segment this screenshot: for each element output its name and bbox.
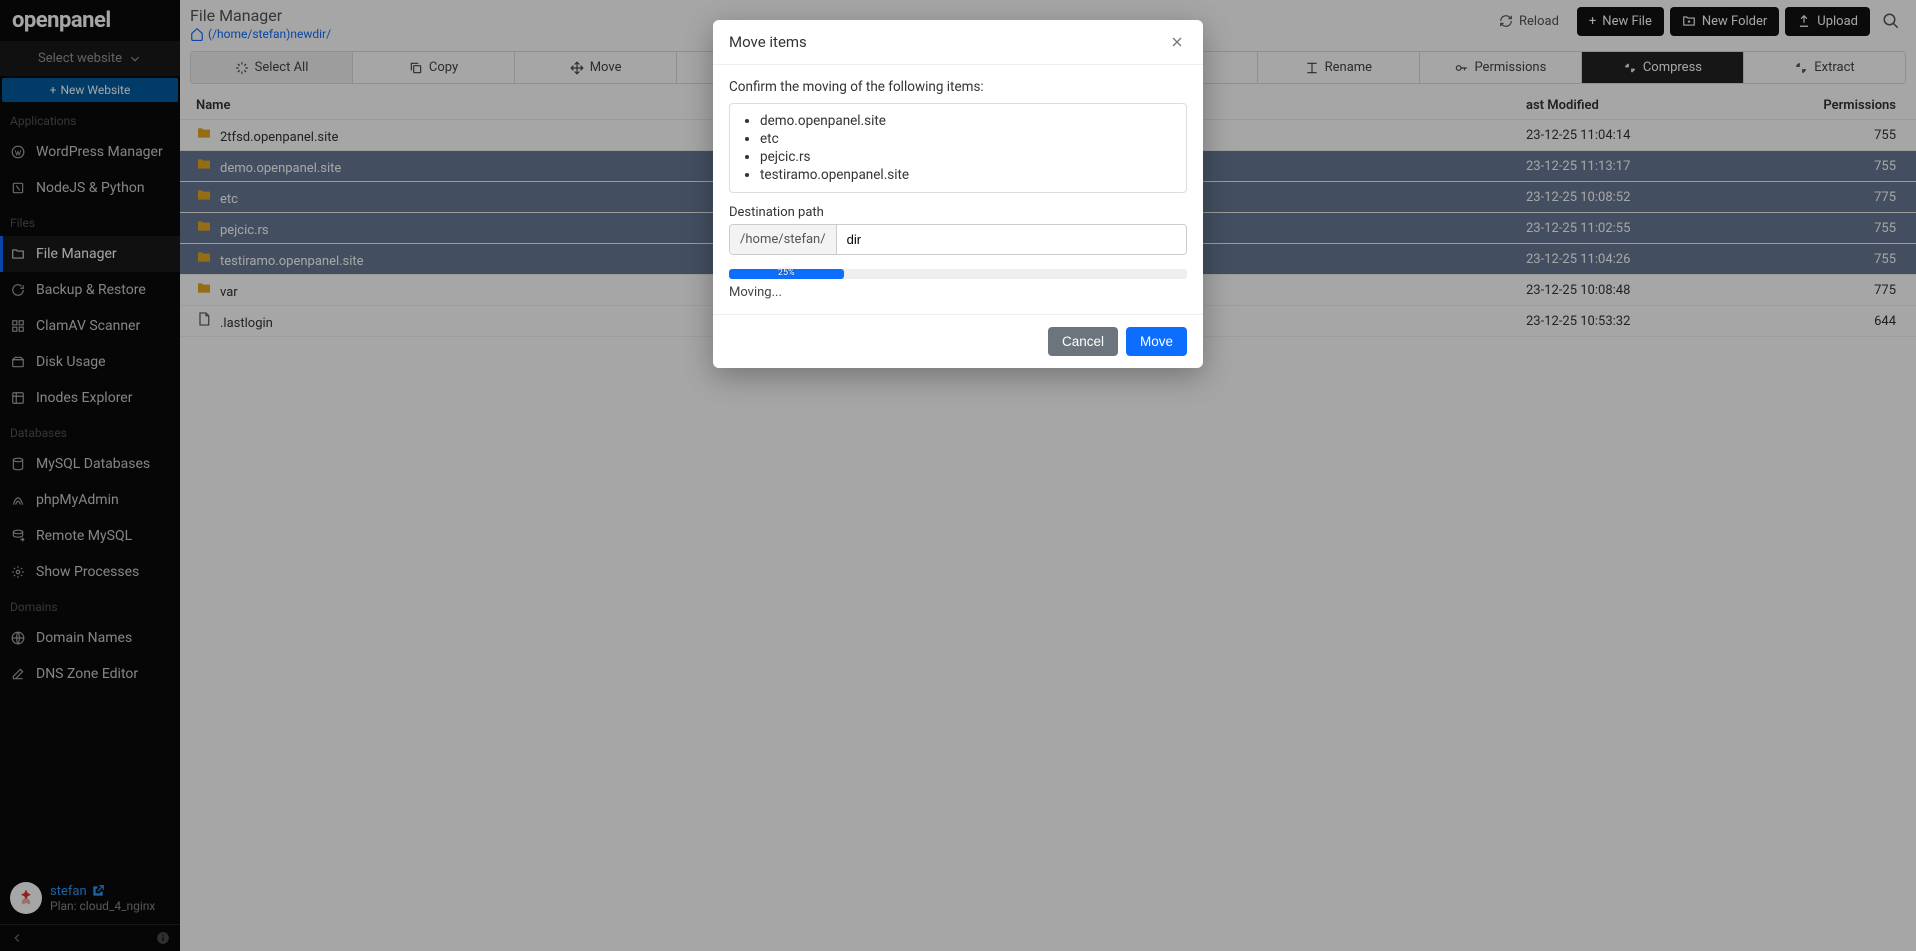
progress-bar-fill: 25% [729, 269, 844, 279]
dest-label: Destination path [729, 205, 1187, 220]
items-list: demo.openpanel.siteetcpejcic.rstestiramo… [729, 103, 1187, 193]
modal-overlay: Move items Confirm the moving of the fol… [0, 0, 1916, 951]
cancel-button[interactable]: Cancel [1048, 327, 1118, 356]
destination-input-group: /home/stefan/ [729, 224, 1187, 255]
move-confirm-button[interactable]: Move [1126, 327, 1187, 356]
move-items-modal: Move items Confirm the moving of the fol… [713, 20, 1203, 368]
status-text: Moving... [729, 285, 1187, 300]
modal-title: Move items [729, 33, 807, 51]
modal-close-button[interactable] [1167, 32, 1187, 52]
confirm-text: Confirm the moving of the following item… [729, 79, 1187, 95]
list-item: demo.openpanel.site [760, 112, 1174, 130]
list-item: etc [760, 130, 1174, 148]
destination-input[interactable] [837, 225, 1186, 254]
close-icon [1169, 34, 1185, 50]
dest-prefix: /home/stefan/ [730, 225, 837, 254]
list-item: pejcic.rs [760, 148, 1174, 166]
progress-bar-track: 25% [729, 269, 1187, 279]
list-item: testiramo.openpanel.site [760, 166, 1174, 184]
progress-label: 25% [729, 268, 844, 278]
